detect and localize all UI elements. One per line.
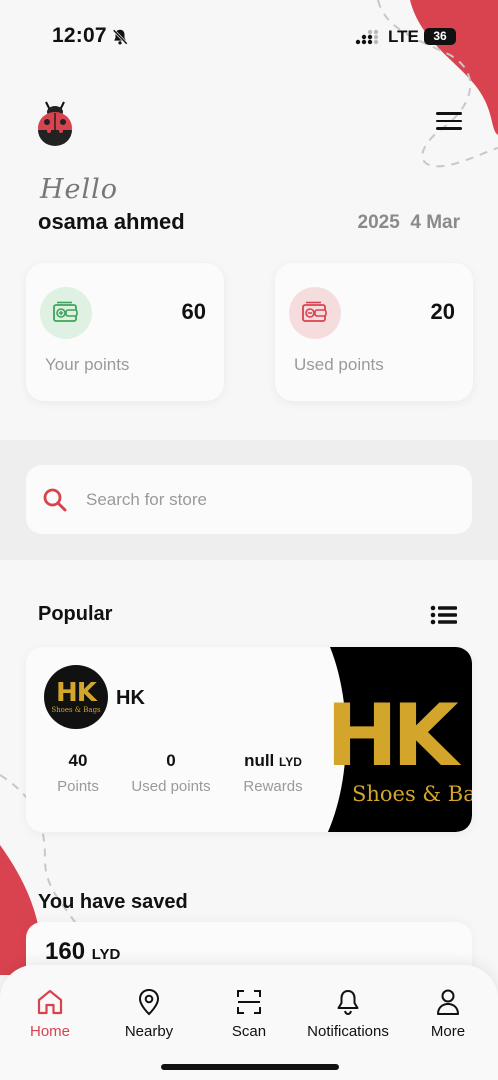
store-used-points-label: Used points	[131, 778, 211, 795]
store-rewards-unit: LYD	[279, 755, 302, 769]
user-name: osama ahmed	[38, 209, 185, 234]
nav-home-label: Home	[29, 1023, 70, 1040]
list-view-icon[interactable]	[430, 605, 458, 625]
used-points-value: 20	[430, 299, 455, 324]
store-rewards-label: Rewards	[243, 778, 303, 795]
search-bar[interactable]	[26, 465, 472, 534]
store-points-stat: 40 Points	[48, 751, 108, 795]
user-icon	[437, 989, 459, 1015]
store-rewards-number: null	[244, 751, 275, 770]
battery-indicator: 36	[424, 28, 456, 45]
nav-nearby[interactable]: Nearby	[99, 987, 199, 1040]
bell-icon	[337, 990, 359, 1016]
your-points-value: 60	[181, 299, 206, 324]
your-points-label: Your points	[45, 355, 130, 374]
wallet-minus-icon	[289, 287, 341, 339]
network-type: LTE	[388, 27, 419, 46]
date-day-month: 4 Mar	[410, 212, 460, 233]
store-points-value: 40	[68, 751, 88, 770]
store-avatar: HK Shoes & Bags	[44, 665, 108, 729]
bell-off-icon	[112, 29, 128, 45]
search-icon	[43, 488, 67, 512]
bottom-navigation: Home Nearby Scan Notifications More	[0, 965, 498, 1080]
location-pin-icon	[138, 988, 160, 1016]
menu-button[interactable]	[436, 112, 462, 134]
banner-logo-subtext: Shoes & Bags	[352, 782, 472, 806]
popular-title: Popular	[38, 603, 113, 625]
store-used-points-stat: 0 Used points	[126, 751, 216, 795]
menu-line	[436, 119, 462, 123]
menu-line	[436, 112, 462, 115]
wallet-plus-icon	[40, 287, 92, 339]
nav-more-label: More	[430, 1023, 466, 1040]
used-points-label: Used points	[294, 355, 384, 374]
nav-nearby-label: Nearby	[124, 1023, 174, 1040]
avatar-logo-text: HK	[56, 678, 97, 708]
saved-title: You have saved	[38, 891, 188, 913]
store-points-label: Points	[57, 778, 99, 795]
saved-value: 160	[45, 938, 86, 965]
signal-icon	[355, 29, 379, 45]
nav-notifications[interactable]: Notifications	[298, 987, 398, 1040]
store-rewards-value: null LYD	[232, 751, 314, 771]
saved-unit: LYD	[91, 946, 121, 963]
home-icon	[37, 989, 63, 1015]
current-date: 2025 4 Mar	[358, 212, 460, 234]
search-input[interactable]	[86, 465, 446, 534]
nav-notifications-label: Notifications	[307, 1023, 389, 1040]
nav-scan[interactable]: Scan	[199, 987, 299, 1040]
date-year: 2025	[357, 212, 400, 233]
store-used-points-value: 0	[166, 751, 176, 770]
banner-logo-text: HK	[326, 686, 459, 786]
store-name: HK	[116, 687, 145, 709]
store-card[interactable]: HK Shoes & Bags HK Shoes & Bags HK 40 Po…	[26, 647, 472, 832]
your-points-card[interactable]: 60 Your points	[26, 263, 224, 401]
avatar-logo-subtext: Shoes & Bags	[51, 706, 101, 714]
nav-more[interactable]: More	[398, 987, 498, 1040]
greeting: Hello	[40, 174, 119, 205]
used-points-card[interactable]: 20 Used points	[275, 263, 473, 401]
menu-line	[436, 127, 462, 130]
home-indicator[interactable]	[161, 1064, 339, 1070]
status-time: 12:07	[52, 24, 107, 47]
scan-icon	[237, 990, 261, 1014]
ladybug-logo-icon	[38, 101, 72, 146]
nav-home[interactable]: Home	[0, 987, 100, 1040]
saved-amount: 160 LYD	[45, 938, 120, 966]
status-bar: 12:07 LTE 36	[0, 22, 498, 52]
store-rewards-stat: null LYD Rewards	[232, 751, 314, 795]
store-banner: HK Shoes & Bags	[306, 647, 472, 832]
nav-scan-label: Scan	[231, 1023, 267, 1040]
